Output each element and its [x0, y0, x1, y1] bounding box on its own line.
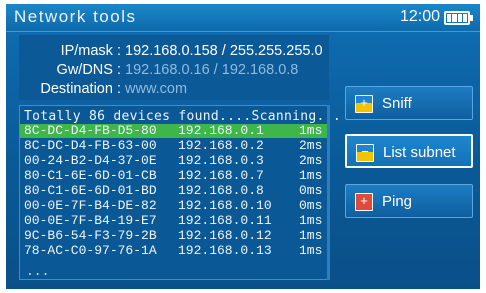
ipmask-label: IP/mask :: [60, 43, 121, 59]
more-indicator: ...: [26, 264, 50, 279]
battery-tip: [470, 15, 473, 21]
plus-icon: +: [355, 193, 373, 211]
plus-icon: +: [355, 95, 373, 113]
device-response-time: 1ms: [299, 168, 323, 183]
page-title: Network tools: [14, 7, 137, 26]
destination-row: Destination : www.com: [19, 81, 329, 100]
ipmask-value: 192.168.0.158 / 255.255.255.0: [125, 43, 323, 59]
device-response-time: 1ms: [299, 123, 323, 138]
clock: 12:00: [400, 8, 441, 25]
device-row[interactable]: 80-C1-6E-6D-01-BD 192.168.0.8 0ms: [20, 184, 328, 198]
title-bar: Network tools 12:00: [6, 4, 480, 32]
device-row[interactable]: 00-0E-7F-B4-19-E7 192.168.0.11 1ms: [20, 214, 328, 228]
device-ip: 192.168.0.11: [178, 213, 272, 228]
gwdns-label: Gw/DNS :: [56, 62, 121, 78]
device-ip: 192.168.0.12: [178, 228, 272, 243]
destination-label: Destination :: [40, 81, 121, 97]
device-ip: 192.168.0.13: [178, 243, 272, 258]
device-mac: 8C-DC-D4-FB-D5-80: [24, 123, 157, 138]
device-response-time: 1ms: [299, 243, 323, 258]
device-mac: 8C-DC-D4-FB-63-00: [24, 138, 157, 153]
screen: Network tools 12:00 IP/mask : 192.168.0.…: [6, 4, 480, 289]
device-mac: 00-0E-7F-B4-DE-82: [24, 198, 157, 213]
gwdns-row: Gw/DNS : 192.168.0.16 / 192.168.0.8: [19, 62, 329, 81]
device-row[interactable]: 00-24-B2-D4-37-0E 192.168.0.3 2ms: [20, 154, 328, 168]
device-response-time: 1ms: [299, 228, 323, 243]
device-ip: 192.168.0.7: [178, 168, 264, 183]
minus-icon: −: [356, 144, 374, 162]
device-row[interactable]: 80-C1-6E-6D-01-CB 192.168.0.7 1ms: [20, 169, 328, 183]
device-response-time: 2ms: [299, 138, 323, 153]
device-ip: 192.168.0.1: [178, 123, 264, 138]
device-mac: 80-C1-6E-6D-01-BD: [24, 183, 157, 198]
ping-button[interactable]: + Ping: [345, 184, 473, 218]
list-subnet-button[interactable]: − List subnet: [345, 134, 473, 168]
scan-status: Totally 86 devices found....Scanning...: [24, 109, 341, 124]
gwdns-value: 192.168.0.16 / 192.168.0.8: [125, 62, 299, 78]
device-row[interactable]: 8C-DC-D4-FB-63-00 192.168.0.2 2ms: [20, 139, 328, 153]
device-mac: 80-C1-6E-6D-01-CB: [24, 168, 157, 183]
list-subnet-label: List subnet: [383, 144, 456, 161]
sniff-label: Sniff: [382, 95, 412, 112]
device-ip: 192.168.0.3: [178, 153, 264, 168]
network-info-panel: IP/mask : 192.168.0.158 / 255.255.255.0 …: [19, 35, 329, 100]
device-row[interactable]: 9C-B6-54-F3-79-2B 192.168.0.12 1ms: [20, 229, 328, 243]
sniff-button[interactable]: + Sniff: [345, 86, 473, 120]
ipmask-row: IP/mask : 192.168.0.158 / 255.255.255.0: [19, 43, 329, 62]
device-row[interactable]: 78-AC-C0-97-76-1A 192.168.0.13 1ms: [20, 244, 328, 258]
device-row[interactable]: 00-0E-7F-B4-DE-82 192.168.0.10 0ms: [20, 199, 328, 213]
device-frame: Network tools 12:00 IP/mask : 192.168.0.…: [0, 0, 486, 293]
device-response-time: 2ms: [299, 153, 323, 168]
device-list[interactable]: Totally 86 devices found....Scanning... …: [19, 105, 341, 280]
destination-value: www.com: [125, 81, 188, 97]
list-scrollbar[interactable]: [327, 105, 330, 280]
device-response-time: 0ms: [299, 183, 323, 198]
device-mac: 00-0E-7F-B4-19-E7: [24, 213, 157, 228]
device-mac: 00-24-B2-D4-37-0E: [24, 153, 157, 168]
device-response-time: 0ms: [299, 198, 323, 213]
device-mac: 78-AC-C0-97-76-1A: [24, 243, 157, 258]
device-response-time: 1ms: [299, 213, 323, 228]
ping-label: Ping: [382, 193, 413, 210]
device-row[interactable]: 8C-DC-D4-FB-D5-80 192.168.0.1 1ms: [20, 124, 328, 138]
device-ip: 192.168.0.10: [178, 198, 272, 213]
device-ip: 192.168.0.2: [178, 138, 264, 153]
device-ip: 192.168.0.8: [178, 183, 264, 198]
battery-icon: [444, 11, 470, 25]
device-mac: 9C-B6-54-F3-79-2B: [24, 228, 157, 243]
